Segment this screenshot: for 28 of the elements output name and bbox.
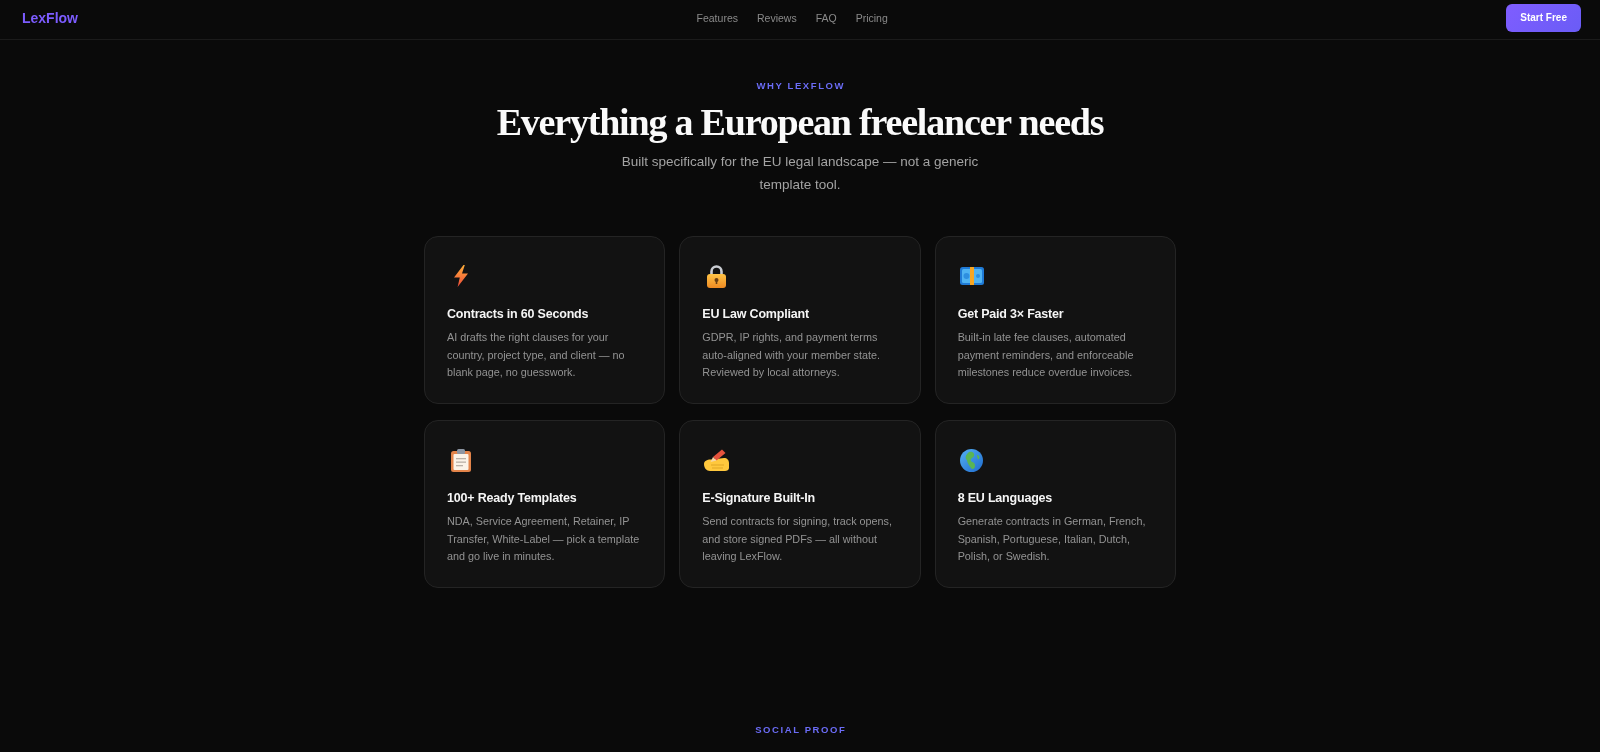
section-eyebrow: WHY LEXFLOW (756, 80, 846, 92)
globe-icon (960, 448, 984, 472)
feature-title: Get Paid 3× Faster (957, 306, 1064, 322)
feature-description: GDPR, IP rights, and payment terms auto-aligned with your member state. Reviewed by local attorneys. (702, 330, 881, 381)
banknote-icon (959, 267, 984, 285)
feature-description: Generate contracts in German, French, Spanish, Portuguese, Italian, Dutch, Polish, or Swedish. (957, 514, 1147, 565)
feature-title: Contracts in 60 Seconds (447, 306, 589, 322)
nav-link[interactable]: Pricing (855, 11, 888, 25)
logo-link[interactable]: LexFlow (22, 10, 78, 27)
nav-link[interactable]: Reviews (756, 11, 797, 25)
section-heading: Everything a European freelancer needs (496, 100, 1104, 144)
feature-description: AI drafts the right clauses for your country, project type, and client — no blank page, no guesswork. (447, 330, 626, 381)
feature-title: 8 EU Languages (957, 490, 1053, 506)
section-eyebrow: SOCIAL PROOF (755, 724, 847, 736)
feature-title: 100+ Ready Templates (447, 490, 577, 506)
padlock-icon (706, 264, 726, 288)
feature-description: Send contracts for signing, track opens, and store signed PDFs — all without leaving LexFlow. (702, 514, 893, 565)
section-subtitle: Built specifically for the EU legal landscape — not a generic template tool. (620, 153, 980, 194)
lightning-icon (454, 265, 468, 287)
feature-description: Built-in late fee clauses, automated payment reminders, and enforceable milestones reduce overdue invoices. (957, 330, 1135, 381)
feature-title: E-Signature Built-In (702, 490, 815, 506)
clipboard-icon (451, 448, 471, 472)
writing-hand-icon (703, 449, 729, 471)
feature-description: NDA, Service Agreement, Retainer, IP Transfer, White-Label — pick a template and go live in minutes. (447, 514, 641, 565)
nav-link[interactable]: Features (696, 11, 738, 25)
feature-title: EU Law Compliant (702, 306, 809, 322)
nav-link[interactable]: FAQ (815, 11, 837, 25)
start-free-button[interactable]: Start Free (1506, 3, 1581, 32)
